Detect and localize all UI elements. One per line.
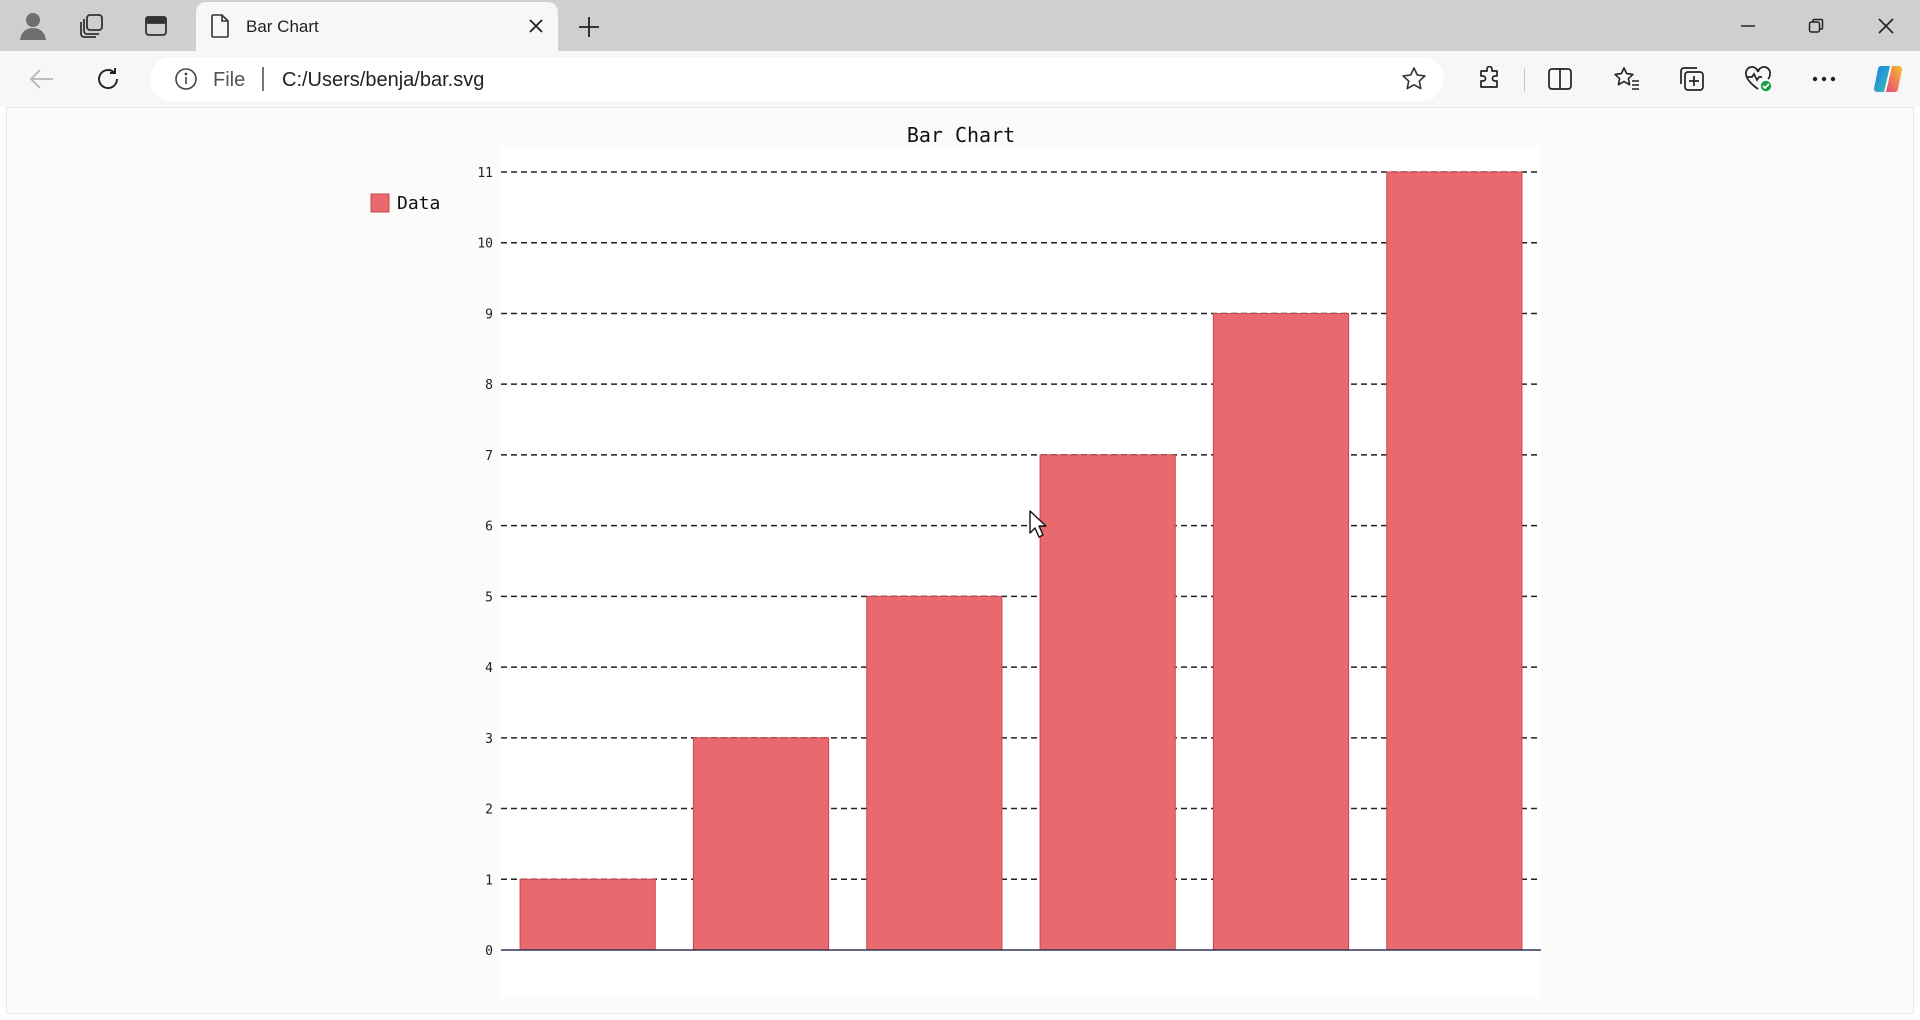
y-tick-label: 9 bbox=[485, 307, 493, 322]
y-tick-label: 6 bbox=[485, 520, 493, 535]
url-scheme: File bbox=[213, 69, 246, 91]
favorites-icon[interactable] bbox=[1607, 61, 1647, 97]
y-tick-label: 5 bbox=[485, 590, 493, 605]
browser-toolbar: File C:/Users/benja/bar.svg bbox=[0, 51, 1920, 107]
chart-title: Bar Chart bbox=[907, 123, 1015, 147]
address-bar[interactable]: File C:/Users/benja/bar.svg bbox=[150, 57, 1444, 101]
info-icon[interactable] bbox=[174, 67, 198, 96]
tab-title: Bar Chart bbox=[246, 17, 319, 36]
plot-background bbox=[501, 146, 1541, 998]
legend-label[interactable]: Data bbox=[397, 193, 440, 214]
close-icon[interactable] bbox=[524, 14, 548, 38]
y-tick-label: 10 bbox=[477, 237, 493, 252]
page-content: Bar Chart Data 0 1 2 3 4 5 6 7 8 9 10 11 bbox=[6, 107, 1914, 1014]
copilot-icon[interactable] bbox=[1868, 61, 1908, 97]
window-close-icon[interactable] bbox=[1864, 8, 1908, 44]
y-tick-label: 11 bbox=[477, 166, 493, 181]
toolbar-divider bbox=[1524, 68, 1525, 92]
minimize-icon[interactable] bbox=[1726, 8, 1770, 44]
plus-icon[interactable] bbox=[572, 10, 606, 44]
star-icon[interactable] bbox=[1398, 63, 1430, 95]
tab-strip: Bar Chart bbox=[0, 0, 1920, 51]
legend-swatch bbox=[370, 193, 390, 213]
address-separator bbox=[262, 67, 264, 91]
mouse-cursor-icon bbox=[1029, 510, 1047, 538]
collections-icon[interactable] bbox=[1672, 61, 1712, 97]
puzzle-icon[interactable] bbox=[1470, 61, 1510, 97]
y-tick-label: 1 bbox=[485, 873, 493, 888]
heart-pulse-icon[interactable] bbox=[1738, 61, 1778, 97]
y-tick-label: 3 bbox=[485, 732, 493, 747]
tab-actions-icon[interactable] bbox=[138, 8, 174, 44]
y-tick-label: 7 bbox=[485, 449, 493, 464]
bar[interactable] bbox=[866, 595, 1003, 951]
bar-chart: Bar Chart Data 0 1 2 3 4 5 6 7 8 9 10 11 bbox=[370, 123, 1541, 998]
profile-icon[interactable] bbox=[15, 8, 51, 44]
url-text[interactable]: C:/Users/benja/bar.svg bbox=[282, 69, 484, 92]
y-tick-label: 0 bbox=[485, 944, 493, 959]
refresh-icon[interactable] bbox=[88, 61, 128, 97]
workspaces-icon[interactable] bbox=[74, 8, 110, 44]
arrow-left-icon[interactable] bbox=[22, 61, 62, 97]
active-tab[interactable]: Bar Chart bbox=[196, 2, 558, 51]
y-tick-label: 4 bbox=[485, 661, 493, 676]
bar[interactable] bbox=[1039, 454, 1176, 951]
ellipsis-icon[interactable] bbox=[1804, 61, 1844, 97]
y-tick-label: 2 bbox=[485, 803, 493, 818]
y-tick-label: 8 bbox=[485, 378, 493, 393]
bar[interactable] bbox=[1212, 312, 1350, 951]
bar[interactable] bbox=[519, 878, 656, 951]
file-icon bbox=[210, 14, 230, 43]
bar[interactable] bbox=[692, 737, 830, 951]
restore-icon[interactable] bbox=[1794, 8, 1838, 44]
split-screen-icon[interactable] bbox=[1540, 61, 1580, 97]
bar[interactable] bbox=[1386, 171, 1523, 951]
